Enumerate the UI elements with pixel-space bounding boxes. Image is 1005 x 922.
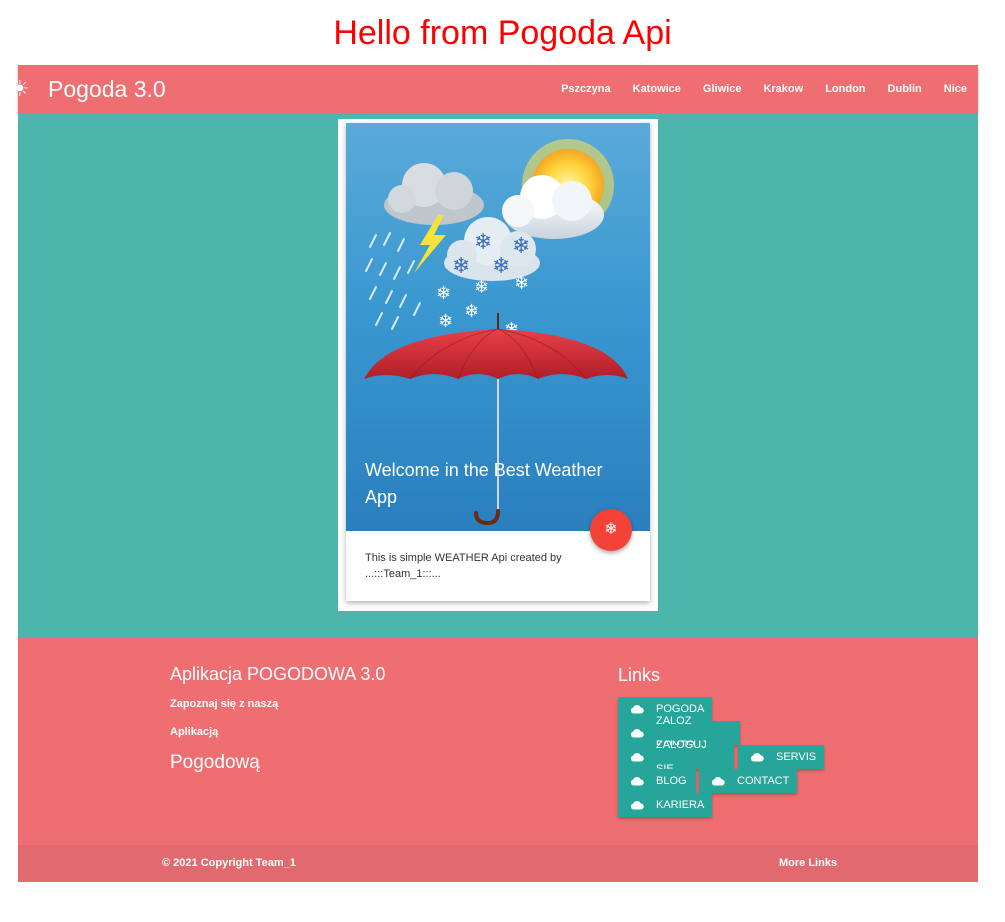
weather-illustration: ❄ ❄ ❄ ❄ ❄ ❄ ❄ ❄ ❄ ❄ ❄ (346, 123, 650, 531)
cloud-icon (711, 777, 725, 786)
link-button-label: SERVIS (776, 751, 817, 763)
cloud-icon (630, 801, 644, 810)
link-button-kariera[interactable]: KARIERA (618, 793, 712, 817)
svg-text:❄: ❄ (492, 254, 510, 279)
cloud-icon (630, 729, 644, 738)
nav-link-nice[interactable]: Nice (933, 65, 978, 113)
card-frame: ❄ ❄ ❄ ❄ ❄ ❄ ❄ ❄ ❄ ❄ ❄ (338, 119, 658, 611)
storm-cloud-graphic (384, 163, 484, 225)
copyright-bar: © 2021 Copyright Team_1 More Links (18, 845, 978, 882)
card-text-line-1: This is simple WEATHER Api created by (365, 552, 562, 564)
link-button-blog[interactable]: BLOG (618, 769, 696, 793)
footer-title: Aplikacja POGODOWA 3.0 (170, 664, 386, 684)
nav-link-dublin[interactable]: Dublin (877, 65, 933, 113)
sun-icon: ☀ (10, 76, 30, 101)
link-button-zaloguj-sie[interactable]: ZALOGUJ SIĘ (618, 739, 734, 775)
cloud-icon (630, 705, 644, 714)
page-footer: Aplikacja POGODOWA 3.0 Zapoznaj się z na… (18, 638, 978, 845)
svg-text:❄: ❄ (474, 230, 492, 255)
nav-link-london[interactable]: London (814, 65, 876, 113)
link-button-servis[interactable]: SERVIS (738, 745, 824, 769)
nav-link-pszczyna[interactable]: Pszczyna (550, 65, 622, 113)
svg-text:❄: ❄ (438, 311, 453, 332)
footer-text-3: Pogodową (170, 752, 260, 773)
svg-text:❄: ❄ (452, 254, 470, 279)
navbar: ☀ Pogoda 3.0 Pszczyna Katowice Gliwice K… (10, 65, 978, 113)
nav-links: Pszczyna Katowice Gliwice Krakow London … (550, 65, 978, 113)
link-button-label: BLOG (656, 775, 687, 787)
link-button-label: CONTACT (737, 775, 790, 787)
svg-text:❄: ❄ (464, 301, 479, 322)
cloud-icon (630, 777, 644, 786)
more-links-link[interactable]: More Links (779, 857, 837, 869)
svg-text:❄: ❄ (474, 277, 489, 298)
nav-link-krakow[interactable]: Krakow (752, 65, 814, 113)
nav-link-gliwice[interactable]: Gliwice (692, 65, 753, 113)
footer-text-1: Zapoznaj się z naszą (170, 698, 279, 710)
svg-text:❄: ❄ (514, 273, 529, 294)
nav-link-katowice[interactable]: Katowice (622, 65, 692, 113)
copyright-text: © 2021 Copyright Team_1 (162, 857, 296, 869)
svg-text:❄: ❄ (512, 234, 530, 259)
card-content: This is simple WEATHER Api created by ..… (365, 550, 585, 582)
footer-links-title: Links (618, 665, 661, 685)
rain-graphic (365, 232, 421, 330)
brand-logo-link[interactable]: Pogoda 3.0 (48, 75, 166, 103)
card-title: Welcome in the Best Weather App (365, 460, 603, 507)
svg-text:❄: ❄ (436, 283, 451, 304)
snowflake-fab-button[interactable]: ❄ (590, 509, 632, 551)
link-button-contact[interactable]: CONTACT (699, 769, 797, 793)
snowflake-icon: ❄ (604, 521, 618, 538)
footer-text-2: Aplikacją (170, 726, 219, 738)
page-heading: Hello from Pogoda Api (333, 14, 672, 52)
cloud-icon (630, 753, 644, 762)
card-text-line-2: ...:::Team_1:::... (365, 568, 441, 580)
welcome-card: ❄ ❄ ❄ ❄ ❄ ❄ ❄ ❄ ❄ ❄ ❄ (346, 123, 650, 601)
link-button-label: KARIERA (656, 799, 705, 811)
main-section: ❄ ❄ ❄ ❄ ❄ ❄ ❄ ❄ ❄ ❄ ❄ (18, 113, 978, 638)
cloud-icon (750, 753, 764, 762)
